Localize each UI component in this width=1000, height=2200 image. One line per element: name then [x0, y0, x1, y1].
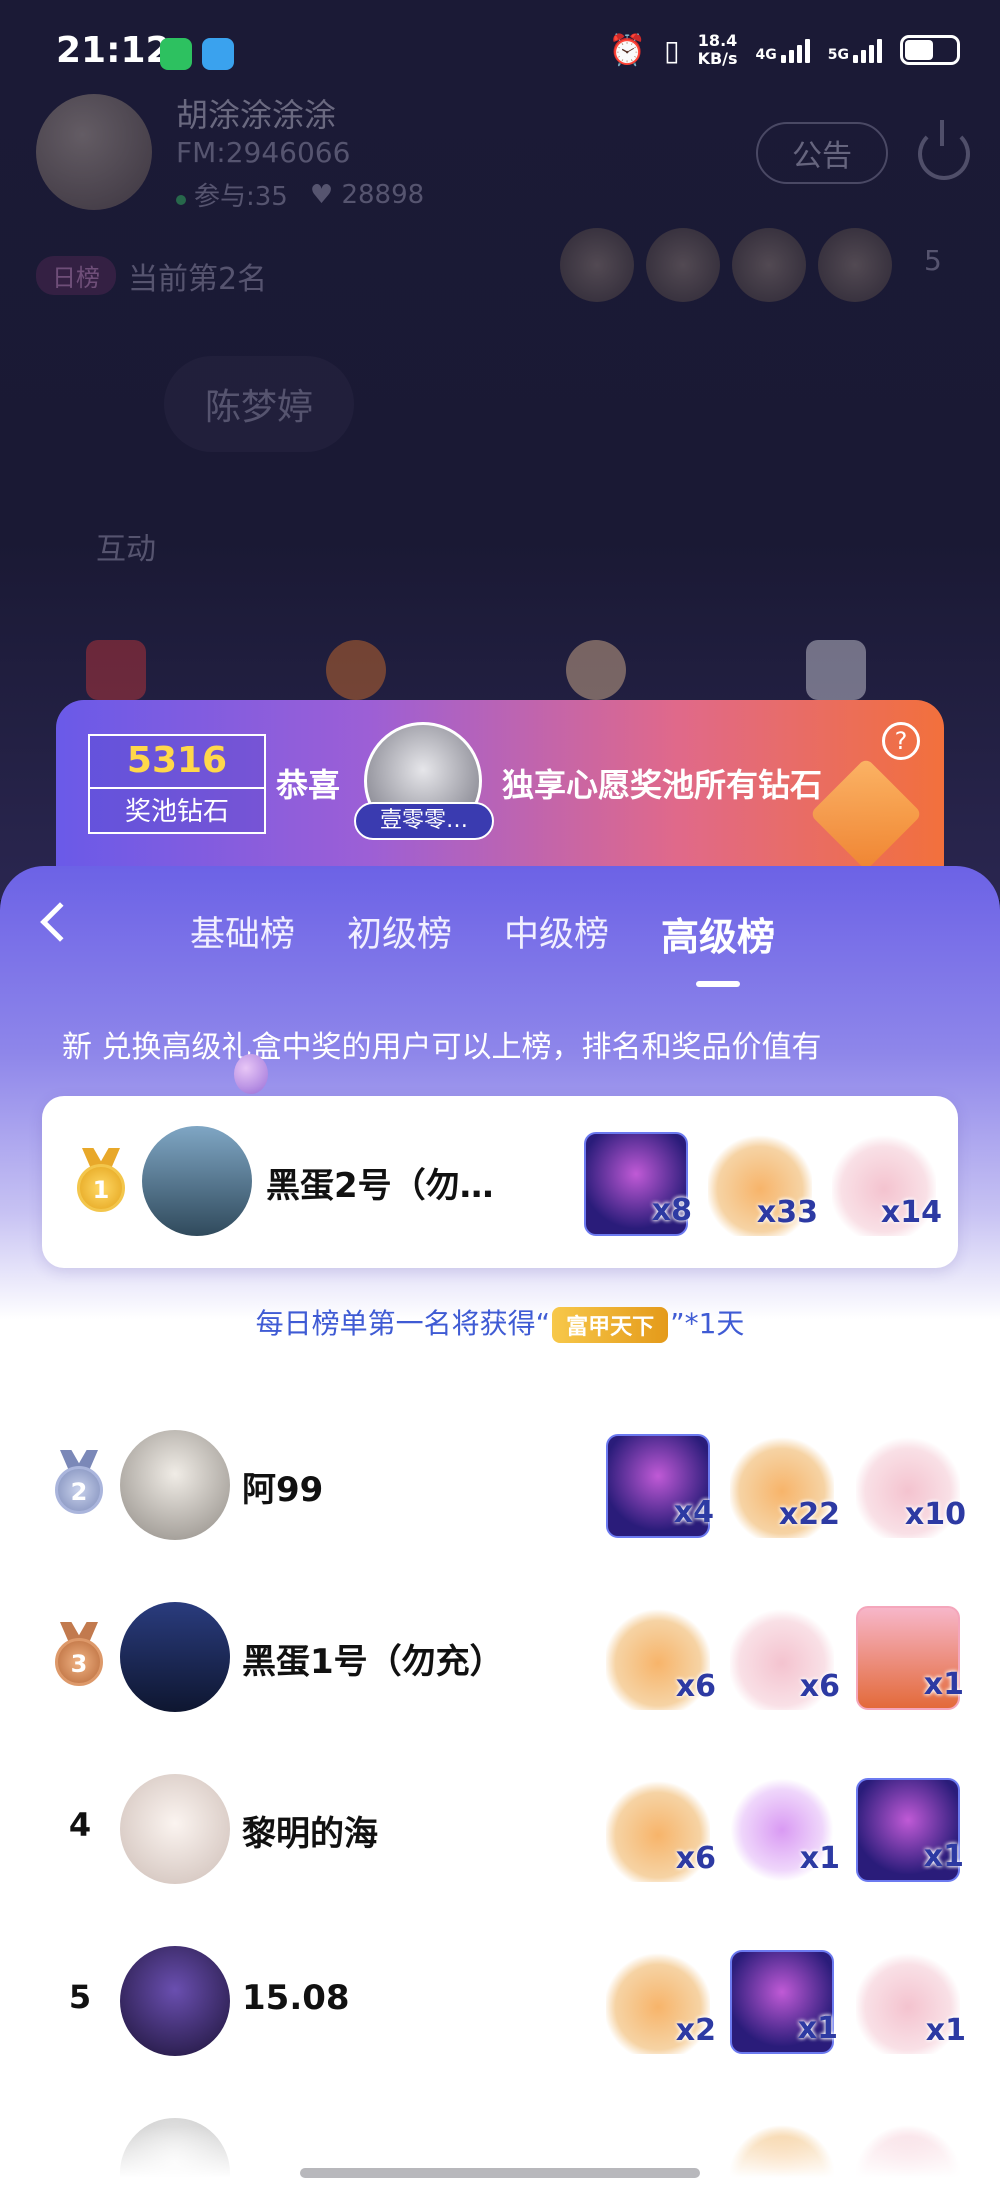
silver-medal-icon: 2: [52, 1450, 106, 1516]
congrats-text: 恭喜: [276, 766, 341, 804]
winner-name: 壹零零…: [354, 802, 494, 840]
cat-gift-icon: x2: [606, 1950, 716, 2054]
dj-girl-gift-icon: x4: [606, 1434, 714, 1538]
notice-button[interactable]: 公告: [756, 122, 888, 184]
daily-rank-tag[interactable]: 日榜: [36, 256, 116, 295]
exclusive-text: 独享心愿奖池所有钻石: [502, 766, 823, 804]
dj-girl-gift-icon: x8: [584, 1132, 692, 1236]
interact-label: 互动: [96, 532, 156, 567]
bronze-medal-icon: 3: [52, 1622, 106, 1688]
gold-medal-icon: 1: [74, 1148, 128, 1214]
user-name: 阿99: [242, 1470, 324, 1510]
peace-hand-icon[interactable]: [566, 640, 626, 700]
cat-gift-icon: x6: [606, 1778, 716, 1882]
user-name: 15.08: [242, 1978, 350, 2018]
help-icon[interactable]: ?: [882, 722, 920, 760]
leaderboard-panel: 基础榜 初级榜 中级榜 高级榜 新 兑换高级礼盒中奖的用户可以上榜，排名和奖品价…: [0, 866, 1000, 2200]
user-avatar[interactable]: [120, 1946, 230, 2056]
heart-arrow-gift-icon: x1: [730, 1778, 840, 1882]
bear-gift-icon: x14: [832, 1132, 942, 1236]
fan-avatar[interactable]: [646, 228, 720, 302]
pool-value: 5316: [126, 740, 228, 781]
fox-gift-icon: x1: [856, 1606, 964, 1710]
rank-number: 4: [68, 1806, 92, 1844]
clock: 21:12: [56, 30, 171, 71]
participants-count: 参与:35: [194, 182, 288, 212]
leaderboard-tabs: 基础榜 初级榜 中级榜 高级榜: [190, 906, 775, 987]
user-avatar[interactable]: [120, 1774, 230, 1884]
user-avatar[interactable]: [120, 1602, 230, 1712]
fan-avatar[interactable]: [732, 228, 806, 302]
wealth-badge: 富甲天下: [552, 1307, 669, 1343]
mic-seat[interactable]: 陈梦婷: [164, 356, 354, 452]
status-icons: ⏰ ▯ 18.4 KB/s 4G 5G: [609, 32, 960, 68]
host-avatar[interactable]: [36, 94, 152, 210]
red-packet-icon[interactable]: [86, 640, 146, 700]
current-rank: 当前第2名: [128, 262, 268, 297]
wish-pool-banner[interactable]: 5316 奖池钻石 恭喜 壹零零… 独享心愿奖池所有钻石 ?: [56, 700, 944, 871]
cat-gift-icon: x33: [708, 1132, 818, 1236]
alarm-icon: ⏰: [608, 32, 647, 68]
signal-bars-icon: [780, 37, 810, 63]
bear-gift-icon: x1: [856, 1950, 966, 2054]
bear-gift-icon: x10: [856, 1434, 966, 1538]
status-bar: 21:12 ⏰ ▯ 18.4 KB/s 4G 5G: [0, 0, 1000, 110]
marquee-notice: 新 兑换高级礼盒中奖的用户可以上榜，排名和奖品价值有: [62, 1030, 822, 1065]
leaderboard-row[interactable]: 4 黎明的海 x6 x1 x1: [0, 1752, 1000, 1902]
pool-label: 奖池钻石: [90, 787, 264, 828]
tab-intermediate[interactable]: 中级榜: [504, 906, 609, 961]
user-name: 黎明的海: [242, 1814, 378, 1854]
user-avatar[interactable]: [142, 1126, 252, 1236]
top-fans[interactable]: [560, 228, 892, 302]
signal-4g: 4G: [756, 37, 810, 63]
signal-5g: 5G: [828, 37, 882, 63]
lantern-icon[interactable]: [326, 640, 386, 700]
fans-count[interactable]: 5: [924, 244, 942, 277]
net-speed: 18.4 KB/s: [697, 31, 738, 68]
rank-number: 5: [68, 1978, 92, 2016]
host-name: 胡涂涂涂涂: [176, 96, 337, 134]
cat-gift-icon: x22: [730, 1434, 840, 1538]
fan-avatar[interactable]: [818, 228, 892, 302]
battery-icon: [900, 35, 960, 65]
host-fm-id: FM:2946066: [176, 136, 351, 169]
user-name: 黑蛋2号（勿…: [266, 1166, 494, 1206]
wechat-icon: [160, 38, 192, 70]
cat-gift-icon: x6: [606, 1606, 716, 1710]
dj-girl-gift-icon: x1: [730, 1950, 838, 2054]
fan-avatar[interactable]: [560, 228, 634, 302]
daily-reward-note: 每日榜单第一名将获得“ 富甲天下 ”*1天: [0, 1302, 1000, 1343]
tab-beginner[interactable]: 初级榜: [347, 906, 452, 961]
dice-icon[interactable]: [806, 640, 866, 700]
heart-icon: ♥: [309, 179, 342, 210]
messenger-icon: [202, 38, 234, 70]
leaderboard-row[interactable]: 5 15.08 x2 x1 x1: [0, 1924, 1000, 2074]
tab-advanced[interactable]: 高级榜: [661, 906, 775, 987]
home-indicator[interactable]: [300, 2168, 700, 2178]
user-avatar[interactable]: [120, 1430, 230, 1540]
likes-count: 28898: [341, 179, 425, 210]
vibrate-icon: ▯: [664, 33, 680, 67]
tab-basic[interactable]: 基础榜: [190, 906, 295, 961]
user-name: 黑蛋1号（勿充）: [242, 1642, 504, 1682]
back-icon[interactable]: [40, 902, 80, 942]
bear-gift-icon: x6: [730, 1606, 840, 1710]
host-stats: 参与:35 ♥ 28898: [176, 176, 424, 213]
power-icon[interactable]: [918, 120, 970, 180]
leaderboard-row[interactable]: 3 黑蛋1号（勿充） x6 x6 x1: [0, 1580, 1000, 1730]
first-place-card[interactable]: 1 黑蛋2号（勿… x8 x33 x14: [42, 1096, 958, 1268]
pool-diamonds: 5316 奖池钻石: [88, 734, 266, 834]
signal-bars-icon: [853, 37, 882, 63]
online-dot-icon: [176, 195, 186, 205]
list-fade: [0, 2126, 1000, 2200]
leaderboard-row[interactable]: 2 阿99 x4 x22 x10: [0, 1408, 1000, 1558]
balloon-icon: [234, 1054, 268, 1094]
quick-actions: [86, 640, 866, 700]
crystal-icon: [809, 757, 923, 871]
dj-girl-gift-icon: x1: [856, 1778, 964, 1882]
